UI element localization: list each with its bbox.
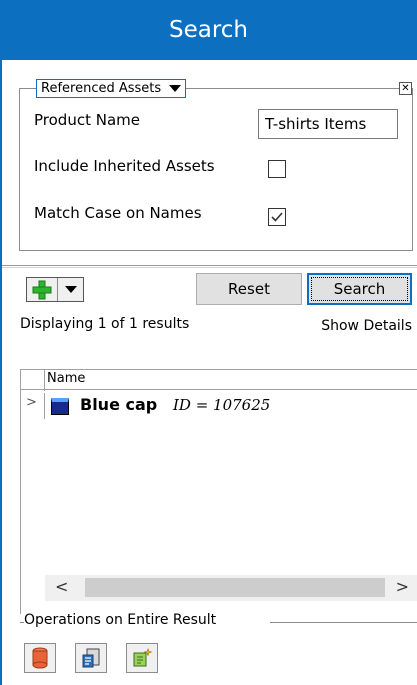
wand-icon <box>133 648 153 667</box>
search-button[interactable]: Search <box>307 273 412 305</box>
show-details-link[interactable]: Show Details <box>321 318 412 334</box>
export-icon <box>82 648 100 668</box>
column-separator <box>44 370 45 391</box>
group-label: Referenced Assets <box>41 81 162 96</box>
chevron-down-icon <box>169 85 182 92</box>
expand-icon[interactable]: > <box>26 395 37 410</box>
checkmark-icon <box>271 212 283 222</box>
horizontal-scrollbar[interactable]: < > <box>45 575 417 601</box>
scroll-right-icon[interactable]: > <box>396 577 409 596</box>
include-inherited-checkbox[interactable] <box>268 160 286 178</box>
search-criteria: Referenced Assets ✕ Product Name Include… <box>2 60 417 265</box>
table-row[interactable]: > Blue cap ID = 107625 <box>20 393 417 419</box>
results-header: Name <box>20 369 417 391</box>
wand-button[interactable] <box>126 643 158 673</box>
database-button[interactable] <box>24 643 56 673</box>
include-inherited-label: Include Inherited Assets <box>34 157 215 175</box>
product-name-input[interactable] <box>258 109 398 139</box>
scroll-left-icon[interactable]: < <box>55 577 68 596</box>
export-button[interactable] <box>75 643 107 673</box>
panel-title: Search <box>0 0 417 60</box>
operations-label: Operations on Entire Result <box>24 612 221 628</box>
ops-group-line <box>270 622 417 623</box>
add-dropdown-button[interactable] <box>26 277 84 302</box>
asset-icon <box>51 398 69 415</box>
asset-name: Blue cap <box>80 395 158 414</box>
result-count: Displaying 1 of 1 results <box>20 316 190 332</box>
reset-button[interactable]: Reset <box>196 273 302 305</box>
chevron-down-icon <box>58 286 83 293</box>
column-header-name[interactable]: Name <box>47 371 85 386</box>
close-icon[interactable]: ✕ <box>399 82 412 95</box>
section-divider <box>2 265 417 268</box>
asset-id: ID = 107625 <box>173 396 271 414</box>
referenced-assets-dropdown[interactable]: Referenced Assets <box>36 79 187 98</box>
plus-icon <box>27 280 57 300</box>
database-icon <box>32 647 48 669</box>
product-name-label: Product Name <box>34 111 140 129</box>
match-case-label: Match Case on Names <box>34 204 202 222</box>
scrollbar-thumb[interactable] <box>85 578 385 597</box>
column-separator <box>44 393 45 419</box>
match-case-checkbox[interactable] <box>268 208 286 226</box>
